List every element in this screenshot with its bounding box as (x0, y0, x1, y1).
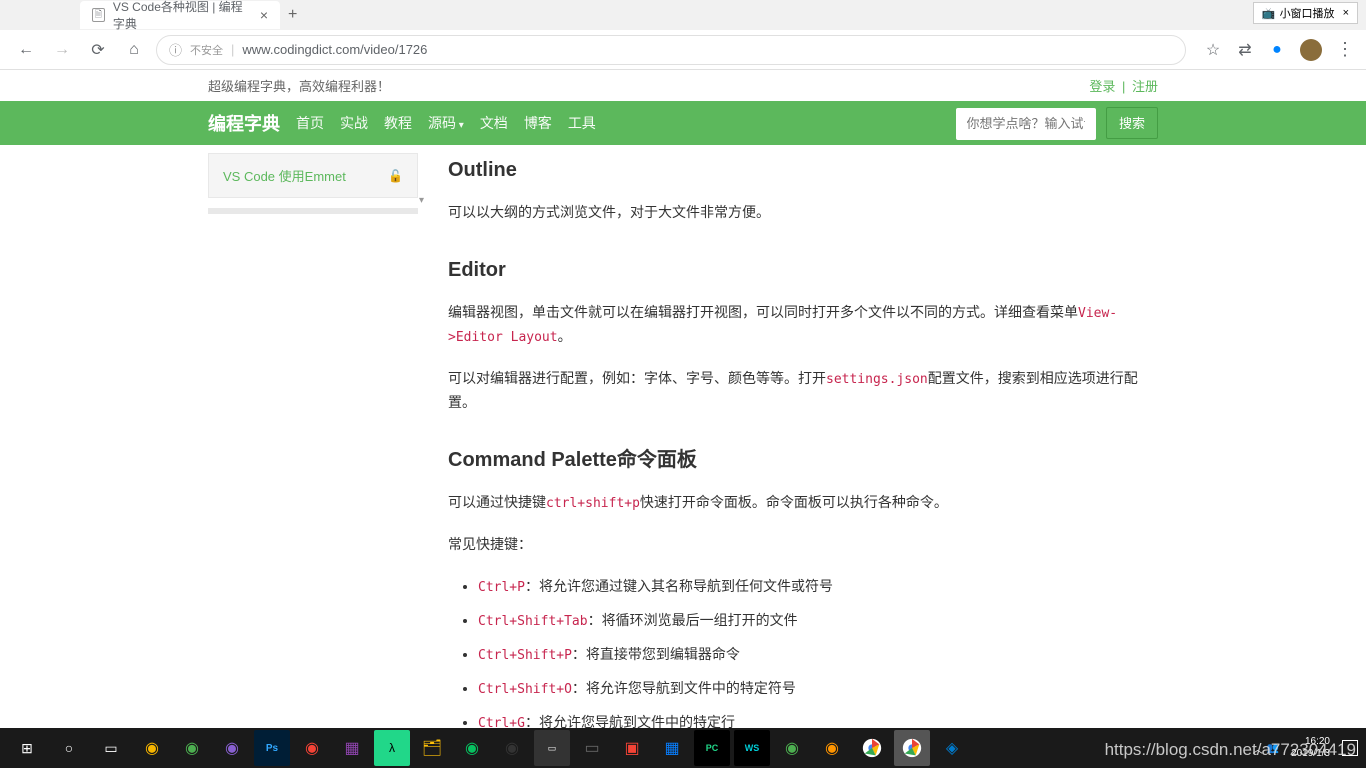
para: 可以以大纲的方式浏览文件，对于大文件非常方便。 (448, 201, 1158, 225)
pip-button[interactable]: 📺 小窗口播放 × (1253, 2, 1358, 24)
logo[interactable]: 编程字典 (208, 110, 280, 136)
code: settings.json (826, 372, 928, 387)
sidebar-item-label[interactable]: VS Code 使用Emmet (223, 166, 346, 185)
app-360browser[interactable]: ◉ (294, 730, 330, 766)
auth-links: 登录 | 注册 (1089, 76, 1158, 95)
url-field[interactable]: ⓘ 不安全 | www.codingdict.com/video/1726 (156, 35, 1186, 65)
app-cmd[interactable]: ▭ (534, 730, 570, 766)
tab-bar: 🗎 VS Code各种视图 | 编程字典 × + (0, 0, 1366, 30)
article: Outline 可以以大纲的方式浏览文件，对于大文件非常方便。 Editor 编… (448, 153, 1158, 768)
app-qq-music[interactable]: ◉ (494, 730, 530, 766)
app-chrome-1[interactable] (854, 730, 890, 766)
search-input[interactable] (956, 108, 1096, 140)
page-icon: 🗎 (92, 8, 105, 22)
unlock-icon: 🔓 (388, 169, 403, 183)
start-button[interactable]: ⊞ (8, 730, 46, 766)
nav-docs[interactable]: 文档 (480, 113, 508, 133)
app-jetbrains[interactable]: ▦ (654, 730, 690, 766)
taskbar: ⊞ ○ ▭ ◉ ◉ ◉ Ps ◉ ▦ λ 🗂 ◉ ◉ ▭ ▭ ▣ ▦ PC WS… (0, 728, 1366, 768)
login-link[interactable]: 登录 (1089, 79, 1115, 94)
app-wechat[interactable]: ◉ (454, 730, 490, 766)
app-webstorm[interactable]: WS (734, 730, 770, 766)
messenger-icon[interactable]: ● (1268, 41, 1286, 59)
task-view-icon[interactable]: ▭ (92, 730, 130, 766)
info-icon: ⓘ (169, 40, 182, 59)
page-content: 超级编程字典，高效编程利器！ 登录 | 注册 编程字典 首页 实战 教程 源码 … (0, 70, 1366, 768)
sidebar-item[interactable]: VS Code 使用Emmet 🔓 (208, 153, 418, 198)
nav-tools[interactable]: 工具 (568, 113, 596, 133)
star-icon[interactable]: ☆ (1204, 41, 1222, 59)
nav-blog[interactable]: 博客 (524, 113, 552, 133)
list-item: Ctrl+Shift+P：将直接带您到编辑器命令 (478, 643, 1158, 667)
cortana-icon[interactable]: ○ (50, 730, 88, 766)
tray-notification-icon[interactable] (1342, 740, 1358, 756)
navbar: 编程字典 首页 实战 教程 源码 文档 博客 工具 搜索 (0, 101, 1366, 145)
address-bar: ← → ⟳ ⌂ ⓘ 不安全 | www.codingdict.com/video… (0, 30, 1366, 70)
nav-tutorial[interactable]: 教程 (384, 113, 412, 133)
url-text: www.codingdict.com/video/1726 (242, 42, 427, 57)
app-explorer[interactable]: 🗂 (414, 730, 450, 766)
tab-title: VS Code各种视图 | 编程字典 (113, 0, 252, 32)
sidebar-scrollbar[interactable]: ▾ (208, 208, 418, 214)
para: 可以对编辑器进行配置，例如：字体、字号、颜色等等。打开settings.json… (448, 367, 1158, 415)
home-button[interactable]: ⌂ (120, 36, 148, 64)
app-photoshop[interactable]: Ps (254, 730, 290, 766)
app-pycharm[interactable]: PC (694, 730, 730, 766)
heading-editor: Editor (448, 253, 1158, 287)
list-item: Ctrl+P：将允许您通过键入其名称导航到任何文件或符号 (478, 575, 1158, 599)
tagline: 超级编程字典，高效编程利器！ (208, 76, 390, 95)
scroll-arrow-icon[interactable]: ▾ (419, 195, 424, 206)
extension-icon[interactable]: ⇄ (1236, 41, 1254, 59)
heading-outline: Outline (448, 153, 1158, 187)
list-item: Ctrl+Shift+O：将允许您导航到文件中的特定符号 (478, 677, 1158, 701)
app-chrome-canary[interactable]: ◉ (774, 730, 810, 766)
search-button[interactable]: 搜索 (1106, 107, 1158, 139)
tray-people-icon[interactable]: 👥 (1267, 743, 1279, 754)
forward-button[interactable]: → (48, 36, 76, 64)
profile-avatar[interactable] (1300, 39, 1322, 61)
sidebar: VS Code 使用Emmet 🔓 ▾ (208, 153, 418, 768)
code: ctrl+shift+p (546, 496, 640, 511)
app-winrar[interactable]: ▦ (334, 730, 370, 766)
app-unknown[interactable]: ▣ (614, 730, 650, 766)
heading-command-palette: Command Palette命令面板 (448, 443, 1158, 477)
register-link[interactable]: 注册 (1132, 79, 1158, 94)
tv-icon: 📺 (1262, 7, 1276, 20)
app-firefox[interactable]: ◉ (814, 730, 850, 766)
app-360safe[interactable]: ◉ (174, 730, 210, 766)
nav-source[interactable]: 源码 (428, 113, 464, 133)
close-pip-icon[interactable]: × (1343, 7, 1349, 19)
top-strip: 超级编程字典，高效编程利器！ 登录 | 注册 (208, 70, 1158, 101)
nav-practice[interactable]: 实战 (340, 113, 368, 133)
new-tab-button[interactable]: + (288, 6, 297, 24)
app-eclipse[interactable]: ◉ (214, 730, 250, 766)
back-button[interactable]: ← (12, 36, 40, 64)
para: 常见快捷键： (448, 533, 1158, 557)
security-label: 不安全 (190, 42, 223, 58)
reload-button[interactable]: ⟳ (84, 36, 112, 64)
para: 可以通过快捷键ctrl+shift+p快速打开命令面板。命令面板可以执行各种命令… (448, 491, 1158, 515)
app-pycharm-icon[interactable]: λ (374, 730, 410, 766)
tray-up-icon[interactable]: ︿ (1253, 741, 1263, 756)
toolbar-icons: ☆ ⇄ ● ⋮ (1204, 39, 1354, 61)
menu-button[interactable]: ⋮ (1336, 39, 1354, 60)
app-vscode[interactable]: ◈ (934, 730, 970, 766)
shortcut-list: Ctrl+P：将允许您通过键入其名称导航到任何文件或符号 Ctrl+Shift+… (478, 575, 1158, 735)
app-360[interactable]: ◉ (134, 730, 170, 766)
list-item: Ctrl+Shift+Tab：将循环浏览最后一组打开的文件 (478, 609, 1158, 633)
nav-home[interactable]: 首页 (296, 113, 324, 133)
browser-chrome: 🗎 VS Code各种视图 | 编程字典 × + 📺 小窗口播放 × ← → ⟳… (0, 0, 1366, 70)
app-chrome-2[interactable] (894, 730, 930, 766)
close-tab-icon[interactable]: × (260, 7, 268, 23)
para: 编辑器视图，单击文件就可以在编辑器打开视图，可以同时打开多个文件以不同的方式。详… (448, 301, 1158, 349)
app-xshell[interactable]: ▭ (574, 730, 610, 766)
browser-tab[interactable]: 🗎 VS Code各种视图 | 编程字典 × (80, 1, 280, 29)
tray-clock[interactable]: 16:20 2019/1/3 (1283, 736, 1338, 760)
